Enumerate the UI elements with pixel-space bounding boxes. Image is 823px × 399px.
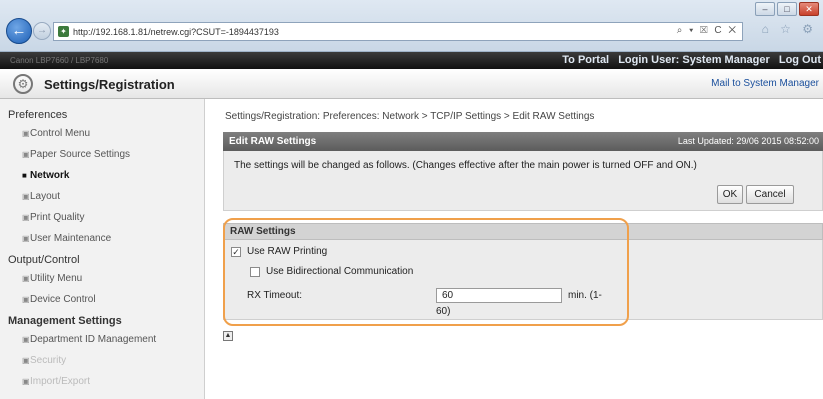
sidebar-heading-preferences[interactable]: Preferences: [0, 105, 204, 124]
maximize-button[interactable]: □: [777, 2, 797, 16]
sidebar-item-utility-menu[interactable]: ▣Utility Menu: [0, 269, 204, 290]
back-arrow-icon[interactable]: ←: [6, 18, 32, 44]
bullet-icon: ▣: [22, 129, 30, 138]
bullet-icon: ▣: [22, 274, 30, 283]
gear-icon: ⚙: [13, 74, 33, 94]
sidebar-item-label: Print Quality: [30, 212, 85, 223]
use-raw-printing-label: Use RAW Printing: [247, 246, 328, 257]
bullet-icon: ▣: [22, 234, 30, 243]
cancel-button[interactable]: Cancel: [746, 185, 794, 204]
sidebar-item-label: Device Control: [30, 294, 96, 305]
browser-toolbar-icons[interactable]: ⌂ ☆ ⚙: [762, 22, 817, 36]
browser-chrome: – □ ✕ ← → ✦ http://192.168.1.81/netrew.c…: [0, 0, 823, 52]
rx-timeout-label: RX Timeout:: [247, 290, 303, 301]
address-bar[interactable]: ✦ http://192.168.1.81/netrew.cgi?CSUT=-1…: [53, 22, 743, 41]
sidebar-item-label: Network: [30, 170, 70, 181]
breadcrumb: Settings/Registration: Preferences: Netw…: [225, 111, 595, 122]
sidebar-item-label: User Maintenance: [30, 233, 112, 244]
ok-button[interactable]: OK: [717, 185, 743, 204]
sidebar-item-control-menu[interactable]: ▣Control Menu: [0, 124, 204, 145]
sidebar-item-label: Layout: [30, 191, 61, 202]
sidebar-heading-output-control[interactable]: Output/Control: [0, 250, 204, 269]
page-header: ⚙ Settings/Registration Mail to System M…: [0, 69, 823, 99]
raw-settings-body: ✓ Use RAW Printing Use Bidirectional Com…: [223, 240, 823, 320]
raw-settings-header: RAW Settings: [223, 223, 823, 240]
top-bar: Canon LBP7660 / LBP7680 To Portal Login …: [0, 52, 823, 69]
logout-link[interactable]: Log Out: [779, 54, 821, 66]
sidebar-item-paper-source-settings[interactable]: ▣Paper Source Settings: [0, 145, 204, 166]
page-top-icon[interactable]: ▲: [223, 331, 233, 341]
bullet-icon: ▣: [22, 356, 30, 365]
bullet-icon: ■: [22, 171, 27, 180]
sidebar: Preferences ▣Control Menu ▣Paper Source …: [0, 99, 205, 399]
sidebar-item-security[interactable]: ▣Security: [0, 351, 204, 372]
main-content: Settings/Registration: Preferences: Netw…: [213, 99, 823, 399]
sidebar-item-layout[interactable]: ▣Layout: [0, 187, 204, 208]
device-name: Canon LBP7660 / LBP7680: [10, 56, 109, 65]
bullet-icon: ▣: [22, 377, 30, 386]
bullet-icon: ▣: [22, 295, 30, 304]
confirmation-panel: The settings will be changed as follows.…: [223, 151, 823, 211]
url-text[interactable]: http://192.168.1.81/netrew.cgi?CSUT=-189…: [73, 27, 279, 37]
sidebar-item-label: Security: [30, 355, 67, 366]
login-user-text: Login User: System Manager: [618, 54, 770, 66]
address-tools[interactable]: ⌕ ▾ ☒ C ✕: [677, 25, 738, 36]
sidebar-item-label: Paper Source Settings: [30, 149, 131, 160]
sidebar-item-label: Import/Export: [30, 376, 91, 387]
bullet-icon: ▣: [22, 335, 30, 344]
to-portal-link[interactable]: To Portal: [562, 54, 609, 66]
use-bidirectional-label: Use Bidirectional Communication: [266, 266, 414, 277]
favicon-icon: ✦: [58, 26, 69, 37]
panel-title: Edit RAW Settings: [229, 136, 317, 147]
rx-timeout-units-cont: 60): [436, 306, 451, 317]
sidebar-item-device-control[interactable]: ▣Device Control: [0, 290, 204, 311]
confirmation-message: The settings will be changed as follows.…: [234, 160, 697, 171]
window-controls: – □ ✕: [755, 2, 819, 16]
top-bar-links: To Portal Login User: System Manager Log…: [556, 54, 821, 66]
rx-timeout-input[interactable]: [436, 288, 562, 303]
last-updated-text: Last Updated: 29/06 2015 08:52:00: [677, 136, 819, 146]
rx-timeout-units: min. (1-: [568, 290, 602, 301]
sidebar-item-network[interactable]: ■ Network: [0, 166, 204, 187]
edit-raw-settings-header: Edit RAW Settings Last Updated: 29/06 20…: [223, 132, 823, 151]
close-window-button[interactable]: ✕: [799, 2, 819, 16]
sidebar-item-label: Department ID Management: [30, 334, 157, 345]
sidebar-heading-management-settings[interactable]: Management Settings: [0, 311, 204, 330]
page-title: Settings/Registration: [44, 77, 175, 92]
sidebar-item-user-maintenance[interactable]: ▣User Maintenance: [0, 229, 204, 250]
sidebar-item-import-export[interactable]: ▣Import/Export: [0, 372, 204, 393]
sidebar-item-label: Utility Menu: [30, 273, 83, 284]
bullet-icon: ▣: [22, 192, 30, 201]
bullet-icon: ▣: [22, 150, 30, 159]
sidebar-item-print-quality[interactable]: ▣Print Quality: [0, 208, 204, 229]
mail-to-system-manager-link[interactable]: Mail to System Manager: [711, 78, 819, 89]
minimize-button[interactable]: –: [755, 2, 775, 16]
sidebar-item-label: Control Menu: [30, 128, 91, 139]
forward-arrow-icon[interactable]: →: [33, 22, 51, 40]
sidebar-item-department-id-management[interactable]: ▣Department ID Management: [0, 330, 204, 351]
use-bidirectional-checkbox[interactable]: [250, 267, 260, 277]
raw-settings-title: RAW Settings: [230, 226, 296, 237]
bullet-icon: ▣: [22, 213, 30, 222]
use-raw-printing-checkbox[interactable]: ✓: [231, 247, 241, 257]
